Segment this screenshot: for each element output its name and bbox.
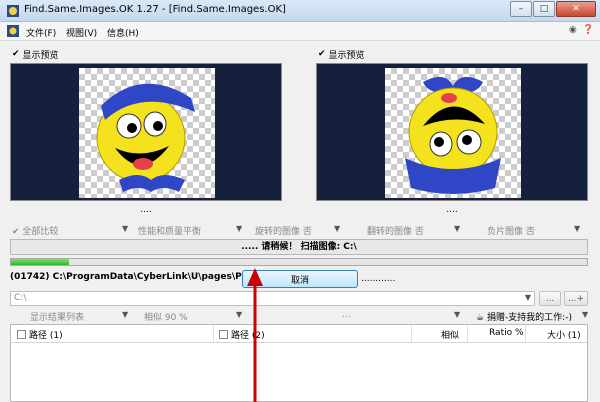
annotation-arrow	[247, 268, 263, 402]
chevron-down-icon[interactable]: ▼	[236, 224, 242, 233]
preview-left-dots: ....	[140, 205, 152, 215]
compare-all-option[interactable]: ✔ 全部比较	[12, 224, 58, 237]
preview-right-frame	[316, 63, 588, 201]
chevron-down-icon[interactable]: ▼	[236, 310, 242, 319]
chevron-down-icon[interactable]: ▼	[454, 224, 460, 233]
menu-bar: 文件(F) 视图(V) 信息(H) ◉ ❓	[0, 22, 600, 41]
preview-left-frame	[10, 63, 282, 201]
similarity-option[interactable]: 相似 90 %	[144, 310, 188, 323]
preview-panel-left: ✔ 显示预览 ....	[10, 47, 282, 221]
options-row: ✔ 全部比较 ▼ 性能和质量平衡 ▼ 旋转的图像 否 ▼ 翻转的图像 否 ▼ 负…	[12, 224, 588, 237]
chevron-down-icon[interactable]: ▼	[122, 310, 128, 319]
app-icon	[7, 5, 19, 17]
ellipsis-option[interactable]: ...	[342, 310, 351, 320]
preview-right-label: 显示预览	[328, 50, 365, 61]
menu-file[interactable]: 文件(F)	[26, 26, 56, 39]
title-bar: Find.Same.Images.OK 1.27 - [Find.Same.Im…	[0, 0, 600, 22]
column-divider	[467, 325, 468, 343]
smiley-face-graphic	[96, 83, 195, 192]
table-header: 路径 (1) 路径 (2) 相似 Ratio % 大小 (1)	[11, 325, 587, 343]
preview-right-header[interactable]: ✔ 显示预览	[318, 47, 365, 61]
preview-panel-right: ✔ 显示预览 ....	[316, 47, 588, 221]
column-similarity[interactable]: 相似	[441, 328, 459, 341]
browse-button[interactable]: ...	[539, 291, 561, 306]
chevron-down-icon[interactable]: ▼	[582, 310, 588, 319]
checkmark-icon: ✔	[12, 49, 20, 59]
progress-bar	[10, 258, 588, 266]
show-results-option[interactable]: 显示结果列表	[30, 310, 84, 323]
flipped-smiley-graphic	[405, 76, 501, 194]
close-button[interactable]: ✕	[556, 1, 596, 17]
checkmark-icon: ✔	[318, 49, 326, 59]
help-icon[interactable]: ❓	[583, 25, 594, 35]
scan-status: ..... 请稍候！ 扫描图像: C:\	[10, 239, 588, 255]
hat-icon[interactable]: ◉	[569, 25, 577, 35]
folder-value: C:\	[14, 293, 27, 303]
window-controls: – □ ✕	[510, 1, 596, 17]
results-table: 路径 (1) 路径 (2) 相似 Ratio % 大小 (1)	[10, 324, 588, 402]
performance-option[interactable]: 性能和质量平衡	[138, 224, 201, 237]
chevron-down-icon[interactable]: ▼	[334, 224, 340, 233]
column-divider	[213, 325, 214, 343]
rotated-option[interactable]: 旋转的图像 否	[255, 224, 312, 237]
preview-image-left[interactable]	[79, 68, 215, 198]
donate-option[interactable]: ☕ 捐赠-支持我的工作:-)	[476, 310, 572, 323]
progress-fill	[11, 259, 69, 265]
chevron-down-icon[interactable]: ▼	[122, 224, 128, 233]
add-folder-button[interactable]: ...+	[564, 291, 588, 306]
chevron-down-icon[interactable]: ▼	[574, 224, 580, 233]
folder-combobox[interactable]: C:\ ▼	[10, 291, 535, 306]
negative-option[interactable]: 负片图像 否	[487, 224, 535, 237]
window-title: Find.Same.Images.OK 1.27 - [Find.Same.Im…	[24, 4, 286, 15]
checkbox[interactable]	[17, 330, 26, 339]
column-divider	[411, 325, 412, 343]
minimize-button[interactable]: –	[510, 1, 532, 17]
column-path-1-label: 路径 (1)	[29, 331, 63, 341]
preview-image-right[interactable]	[385, 68, 521, 198]
controls-row: 显示结果列表 ▼ 相似 90 % ▼ ... ▼ ☕ 捐赠-支持我的工作:-) …	[12, 310, 588, 323]
preview-right-dots: ....	[446, 205, 458, 215]
app-menu-icon[interactable]	[7, 25, 19, 37]
checkbox[interactable]	[219, 330, 228, 339]
maximize-button[interactable]: □	[533, 1, 555, 17]
chevron-down-icon[interactable]: ▼	[454, 310, 460, 319]
menu-info[interactable]: 信息(H)	[107, 26, 139, 39]
current-scan-path: (01742) C:\ProgramData\CyberLink\U\pages…	[10, 272, 242, 282]
scan-trailing-dots: ............	[361, 274, 396, 284]
menu-right-icons: ◉ ❓	[569, 25, 594, 35]
preview-left-label: 显示预览	[22, 50, 59, 61]
donate-label: 捐赠-支持我的工作:-)	[486, 313, 572, 323]
compare-all-label: 全部比较	[22, 227, 59, 237]
chevron-down-icon[interactable]: ▼	[525, 293, 531, 302]
column-divider	[525, 325, 526, 343]
menu-view[interactable]: 视图(V)	[66, 26, 97, 39]
preview-left-header[interactable]: ✔ 显示预览	[12, 47, 59, 61]
column-ratio[interactable]: Ratio %	[489, 328, 524, 338]
column-path-1[interactable]: 路径 (1)	[17, 328, 63, 341]
flipped-option[interactable]: 翻转的图像 否	[367, 224, 424, 237]
column-size-1[interactable]: 大小 (1)	[547, 328, 581, 341]
